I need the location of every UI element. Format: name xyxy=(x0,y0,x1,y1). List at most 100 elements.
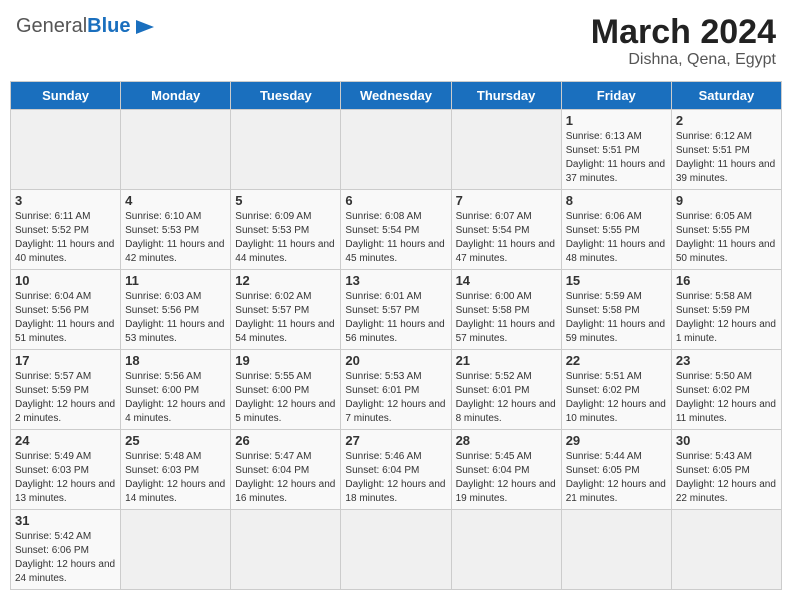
table-row: 5 Sunrise: 6:09 AM Sunset: 5:53 PM Daylig… xyxy=(231,190,341,270)
table-row: 3 Sunrise: 6:11 AM Sunset: 5:52 PM Daylig… xyxy=(11,190,121,270)
table-row xyxy=(341,110,451,190)
table-row xyxy=(231,110,341,190)
day-info: Sunrise: 6:08 AM Sunset: 5:54 PM Dayligh… xyxy=(345,210,446,266)
table-row xyxy=(11,110,121,190)
day-info: Sunrise: 6:11 AM Sunset: 5:52 PM Dayligh… xyxy=(15,210,116,266)
day-info: Sunrise: 6:00 AM Sunset: 5:58 PM Dayligh… xyxy=(456,290,557,346)
day-number: 27 xyxy=(345,433,446,448)
table-row: 24Sunrise: 5:49 AM Sunset: 6:03 PM Dayli… xyxy=(11,430,121,510)
day-number: 13 xyxy=(345,273,446,288)
day-number: 17 xyxy=(15,353,116,368)
logo-icon xyxy=(134,16,156,38)
day-info: Sunrise: 5:52 AM Sunset: 6:01 PM Dayligh… xyxy=(456,370,557,426)
day-info: Sunrise: 6:03 AM Sunset: 5:56 PM Dayligh… xyxy=(125,290,226,346)
table-row xyxy=(451,110,561,190)
day-number: 20 xyxy=(345,353,446,368)
table-row: 22 Sunrise: 5:51 AM Sunset: 6:02 PM Dayli… xyxy=(561,350,671,430)
day-info: Sunrise: 5:45 AM Sunset: 6:04 PM Dayligh… xyxy=(456,450,557,506)
table-row: 28Sunrise: 5:45 AM Sunset: 6:04 PM Dayli… xyxy=(451,430,561,510)
table-row: 17 Sunrise: 5:57 AM Sunset: 5:59 PM Dayli… xyxy=(11,350,121,430)
day-info: Sunrise: 6:06 AM Sunset: 5:55 PM Dayligh… xyxy=(566,210,667,266)
table-row: 9Sunrise: 6:05 AM Sunset: 5:55 PM Daylig… xyxy=(671,190,781,270)
day-number: 30 xyxy=(676,433,777,448)
day-info: Sunrise: 5:53 AM Sunset: 6:01 PM Dayligh… xyxy=(345,370,446,426)
col-thursday: Thursday xyxy=(451,82,561,110)
table-row: 1Sunrise: 6:13 AM Sunset: 5:51 PM Daylig… xyxy=(561,110,671,190)
day-number: 6 xyxy=(345,193,446,208)
day-number: 10 xyxy=(15,273,116,288)
table-row xyxy=(671,510,781,590)
day-number: 23 xyxy=(676,353,777,368)
table-row: 19 Sunrise: 5:55 AM Sunset: 6:00 PM Dayli… xyxy=(231,350,341,430)
day-number: 29 xyxy=(566,433,667,448)
day-number: 18 xyxy=(125,353,226,368)
col-saturday: Saturday xyxy=(671,82,781,110)
calendar-subtitle: Dishna, Qena, Egypt xyxy=(591,51,776,69)
calendar-table: Sunday Monday Tuesday Wednesday Thursday… xyxy=(10,81,782,590)
day-info: Sunrise: 5:56 AM Sunset: 6:00 PM Dayligh… xyxy=(125,370,226,426)
day-number: 24 xyxy=(15,433,116,448)
table-row: 15Sunrise: 5:59 AM Sunset: 5:58 PM Dayli… xyxy=(561,270,671,350)
day-info: Sunrise: 5:55 AM Sunset: 6:00 PM Dayligh… xyxy=(235,370,336,426)
table-row: 26 Sunrise: 5:47 AM Sunset: 6:04 PM Dayli… xyxy=(231,430,341,510)
col-monday: Monday xyxy=(121,82,231,110)
day-info: Sunrise: 5:46 AM Sunset: 6:04 PM Dayligh… xyxy=(345,450,446,506)
table-row: 31 Sunrise: 5:42 AM Sunset: 6:06 PM Dayli… xyxy=(11,510,121,590)
table-row xyxy=(451,510,561,590)
day-number: 19 xyxy=(235,353,336,368)
table-row: 30 Sunrise: 5:43 AM Sunset: 6:05 PM Dayli… xyxy=(671,430,781,510)
day-info: Sunrise: 6:12 AM Sunset: 5:51 PM Dayligh… xyxy=(676,130,777,186)
day-number: 14 xyxy=(456,273,557,288)
logo: GeneralBlue xyxy=(16,14,156,38)
day-number: 21 xyxy=(456,353,557,368)
table-row: 16 Sunrise: 5:58 AM Sunset: 5:59 PM Dayli… xyxy=(671,270,781,350)
table-row: 6 Sunrise: 6:08 AM Sunset: 5:54 PM Daylig… xyxy=(341,190,451,270)
table-row xyxy=(121,510,231,590)
day-info: Sunrise: 5:47 AM Sunset: 6:04 PM Dayligh… xyxy=(235,450,336,506)
col-friday: Friday xyxy=(561,82,671,110)
table-row: 10 Sunrise: 6:04 AM Sunset: 5:56 PM Dayli… xyxy=(11,270,121,350)
calendar-title: March 2024 xyxy=(591,14,776,51)
table-row: 23 Sunrise: 5:50 AM Sunset: 6:02 PM Dayli… xyxy=(671,350,781,430)
table-row: 13Sunrise: 6:01 AM Sunset: 5:57 PM Dayli… xyxy=(341,270,451,350)
day-number: 5 xyxy=(235,193,336,208)
day-info: Sunrise: 5:58 AM Sunset: 5:59 PM Dayligh… xyxy=(676,290,777,346)
day-info: Sunrise: 5:43 AM Sunset: 6:05 PM Dayligh… xyxy=(676,450,777,506)
table-row xyxy=(231,510,341,590)
table-row: 20 Sunrise: 5:53 AM Sunset: 6:01 PM Dayli… xyxy=(341,350,451,430)
day-number: 9 xyxy=(676,193,777,208)
table-row: 7Sunrise: 6:07 AM Sunset: 5:54 PM Daylig… xyxy=(451,190,561,270)
day-number: 3 xyxy=(15,193,116,208)
day-number: 26 xyxy=(235,433,336,448)
table-row: 4Sunrise: 6:10 AM Sunset: 5:53 PM Daylig… xyxy=(121,190,231,270)
day-info: Sunrise: 6:13 AM Sunset: 5:51 PM Dayligh… xyxy=(566,130,667,186)
day-number: 7 xyxy=(456,193,557,208)
day-info: Sunrise: 5:57 AM Sunset: 5:59 PM Dayligh… xyxy=(15,370,116,426)
day-number: 12 xyxy=(235,273,336,288)
table-row: 18 Sunrise: 5:56 AM Sunset: 6:00 PM Dayli… xyxy=(121,350,231,430)
table-row: 25Sunrise: 5:48 AM Sunset: 6:03 PM Dayli… xyxy=(121,430,231,510)
calendar-title-block: March 2024 Dishna, Qena, Egypt xyxy=(591,14,776,69)
day-info: Sunrise: 5:42 AM Sunset: 6:06 PM Dayligh… xyxy=(15,530,116,586)
page-header: GeneralBlue March 2024 Dishna, Qena, Egy… xyxy=(10,10,782,73)
table-row: 8Sunrise: 6:06 AM Sunset: 5:55 PM Daylig… xyxy=(561,190,671,270)
table-row xyxy=(121,110,231,190)
day-info: Sunrise: 6:09 AM Sunset: 5:53 PM Dayligh… xyxy=(235,210,336,266)
table-row: 29 Sunrise: 5:44 AM Sunset: 6:05 PM Dayli… xyxy=(561,430,671,510)
day-number: 31 xyxy=(15,513,116,528)
day-number: 16 xyxy=(676,273,777,288)
col-tuesday: Tuesday xyxy=(231,82,341,110)
calendar-header-row: Sunday Monday Tuesday Wednesday Thursday… xyxy=(11,82,782,110)
col-sunday: Sunday xyxy=(11,82,121,110)
day-info: Sunrise: 5:50 AM Sunset: 6:02 PM Dayligh… xyxy=(676,370,777,426)
day-info: Sunrise: 5:51 AM Sunset: 6:02 PM Dayligh… xyxy=(566,370,667,426)
day-number: 4 xyxy=(125,193,226,208)
day-info: Sunrise: 5:44 AM Sunset: 6:05 PM Dayligh… xyxy=(566,450,667,506)
table-row: 27 Sunrise: 5:46 AM Sunset: 6:04 PM Dayli… xyxy=(341,430,451,510)
table-row xyxy=(561,510,671,590)
table-row: 14 Sunrise: 6:00 AM Sunset: 5:58 PM Dayli… xyxy=(451,270,561,350)
table-row: 11Sunrise: 6:03 AM Sunset: 5:56 PM Dayli… xyxy=(121,270,231,350)
day-number: 22 xyxy=(566,353,667,368)
day-info: Sunrise: 6:04 AM Sunset: 5:56 PM Dayligh… xyxy=(15,290,116,346)
day-number: 25 xyxy=(125,433,226,448)
